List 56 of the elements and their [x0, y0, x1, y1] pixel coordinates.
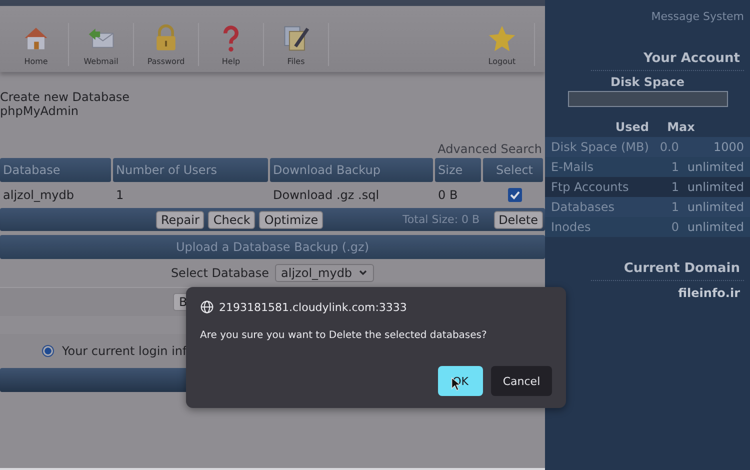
- domain-heading: Current Domain: [624, 261, 740, 276]
- table-cell-text: Download .gz .sql: [272, 187, 380, 204]
- action-button[interactable]: Optimize: [259, 210, 324, 228]
- stat-max: unlimited: [686, 160, 744, 174]
- toolbar-button[interactable]: Logout: [470, 23, 535, 66]
- message-system-link[interactable]: Message System: [651, 10, 744, 23]
- globe-icon: [200, 300, 214, 314]
- toolbar-button[interactable]: Help: [199, 23, 264, 66]
- domain-name: fileinfo.ir: [678, 286, 740, 300]
- stat-used: 1: [670, 180, 679, 194]
- stat-used: 0.0: [658, 140, 679, 154]
- select-database-label: Select Database: [170, 266, 270, 280]
- column-header: Download Backup: [270, 158, 433, 182]
- toolbar-button[interactable]: Files: [264, 23, 329, 66]
- toolbar-button[interactable]: Webmail: [69, 23, 134, 66]
- stat-max: unlimited: [686, 200, 744, 214]
- table-cell-text: aljzol_mydb: [2, 187, 76, 204]
- toolbar-button[interactable]: Home: [4, 23, 69, 66]
- stat-used: 1: [670, 200, 679, 214]
- disk-space-heading: Disk Space: [610, 75, 684, 89]
- chevron-down-icon: [358, 268, 368, 278]
- radio-button[interactable]: [42, 345, 54, 357]
- column-header: Select: [483, 158, 543, 182]
- dialog-message: Are you sure you want to Delete the selected databases?: [200, 330, 488, 341]
- total-size-text: Total Size: 0 B: [402, 213, 480, 226]
- column-header: Used: [614, 120, 649, 134]
- upload-header: Upload a Database Backup (.gz): [0, 235, 545, 259]
- page-link[interactable]: Create new Database: [0, 90, 545, 104]
- table-cell-text: 1: [115, 187, 125, 204]
- column-header: Size: [435, 158, 481, 182]
- database-dropdown[interactable]: aljzol_mydb: [275, 264, 374, 282]
- stat-max: unlimited: [686, 220, 744, 234]
- column-header: Number of Users: [113, 158, 268, 182]
- stat-name: Databases: [551, 200, 616, 214]
- stat-max: unlimited: [686, 180, 744, 194]
- stat-name: E-Mails: [551, 160, 595, 174]
- delete-button[interactable]: Delete: [494, 210, 543, 228]
- account-heading: Your Account: [644, 51, 740, 66]
- action-button[interactable]: Check: [208, 210, 256, 228]
- advanced-search-link[interactable]: Advanced Search: [438, 142, 542, 156]
- toolbar-button[interactable]: Password: [134, 23, 199, 66]
- login-option-label: Your current login inf: [62, 344, 187, 358]
- stat-max: 1000: [712, 140, 744, 154]
- stat-name: Ftp Accounts: [551, 180, 630, 194]
- dialog-origin: 2193181581.cloudylink.com:3333: [219, 300, 407, 314]
- table-cell-text: 0 B: [437, 187, 459, 204]
- page-link[interactable]: phpMyAdmin: [0, 104, 545, 118]
- stat-name: Inodes: [551, 220, 592, 234]
- stat-used: 0: [670, 220, 679, 234]
- column-header: Database: [0, 158, 111, 182]
- action-button[interactable]: Repair: [156, 210, 204, 228]
- stat-used: 1: [670, 160, 679, 174]
- select-checkbox[interactable]: [508, 188, 522, 202]
- stat-name: Disk Space (MB): [551, 140, 650, 154]
- column-header: Max: [666, 120, 696, 134]
- cancel-button[interactable]: Cancel: [491, 366, 552, 396]
